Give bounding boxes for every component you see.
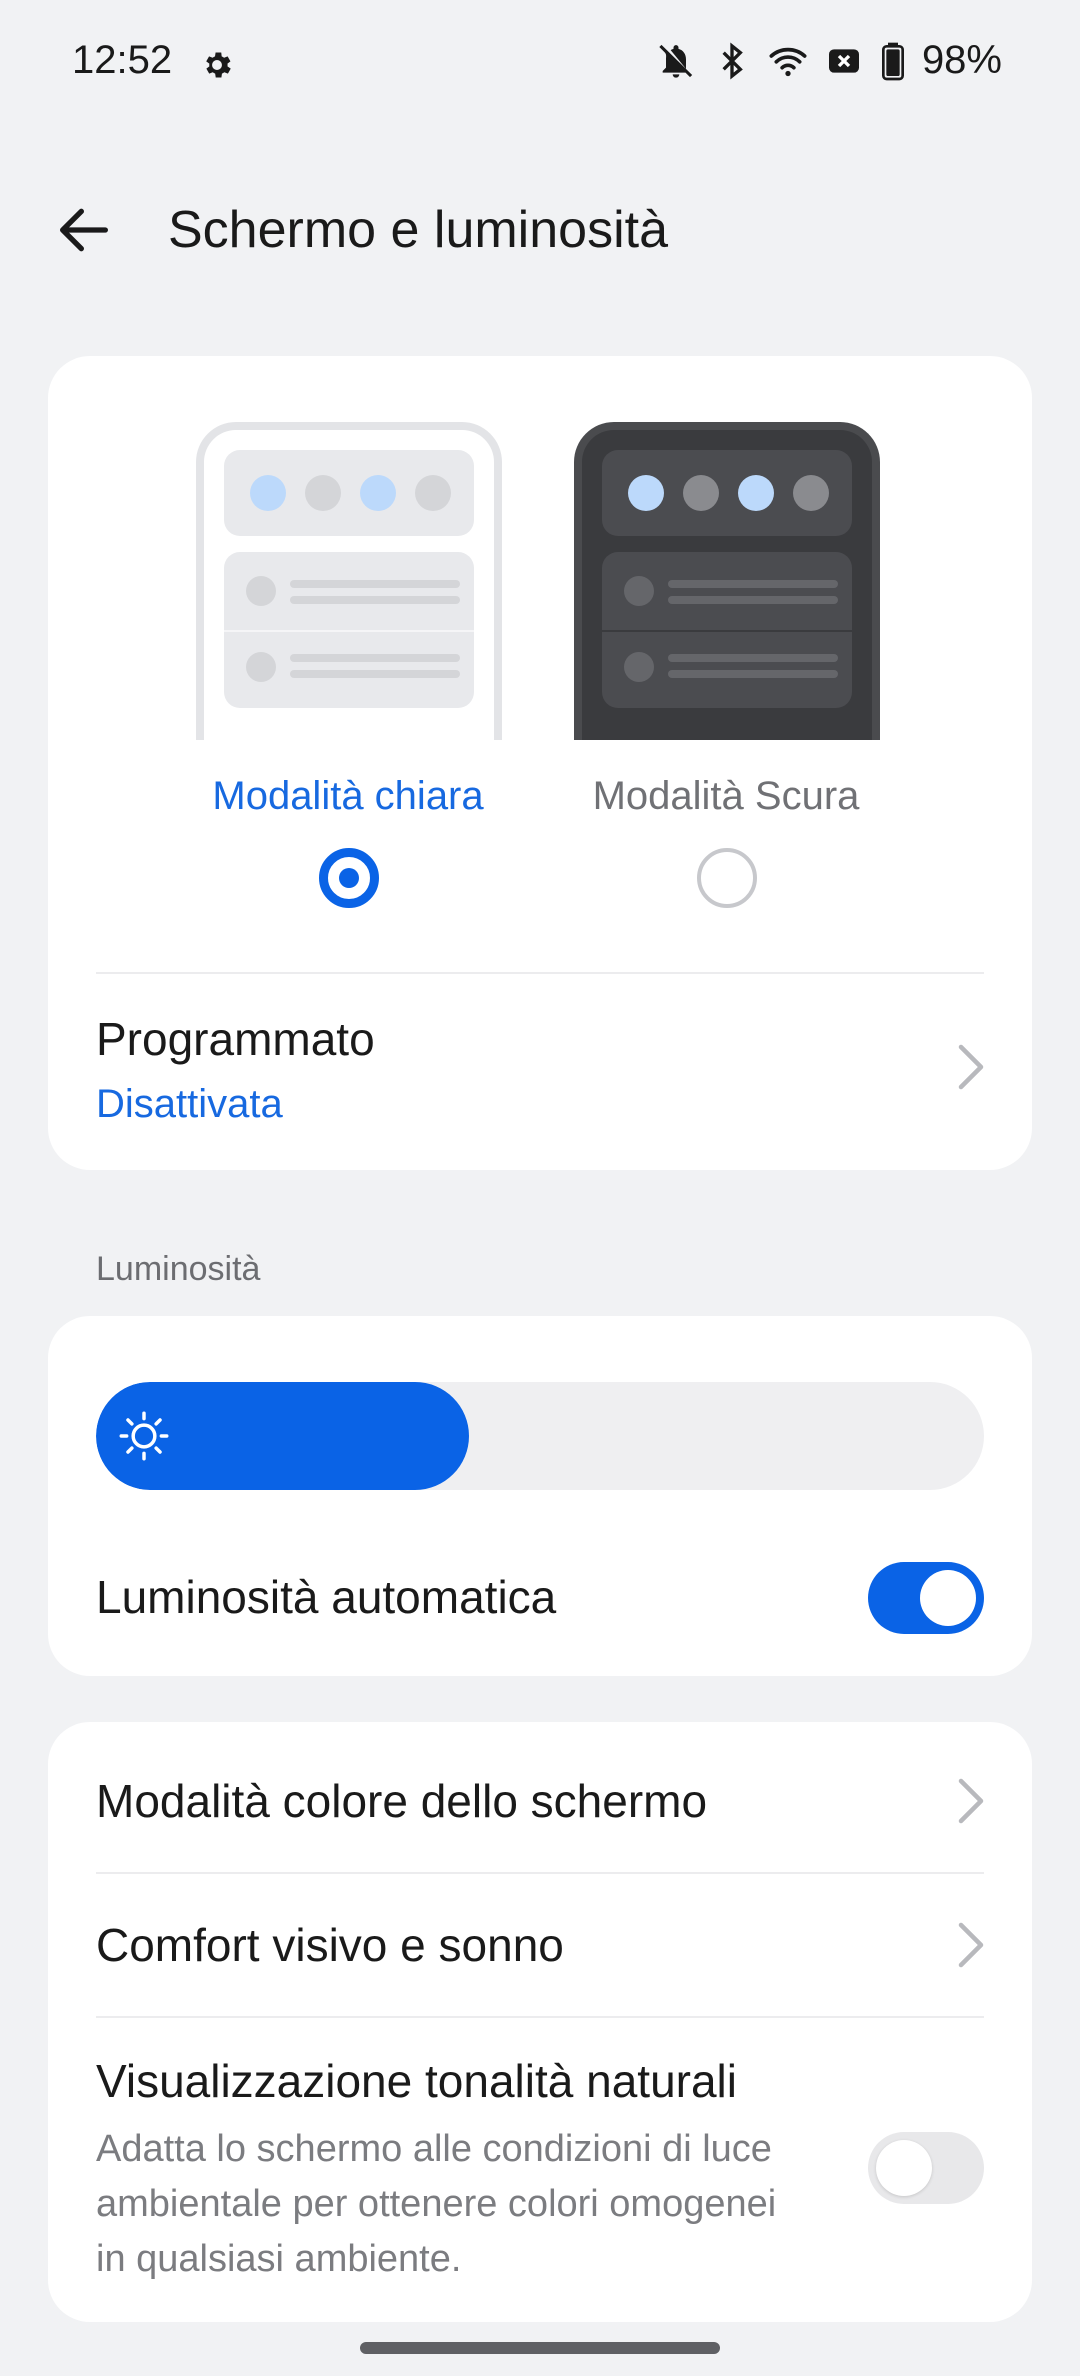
toggle-knob xyxy=(876,2140,932,2196)
brightness-card: Luminosità automatica xyxy=(48,1316,1032,1676)
dark-mode-label[interactable]: Modalità Scura xyxy=(546,774,906,819)
light-mode-label[interactable]: Modalità chiara xyxy=(168,774,528,819)
home-indicator[interactable] xyxy=(360,2342,720,2354)
preview-header xyxy=(224,450,474,536)
brightness-slider[interactable] xyxy=(96,1382,984,1490)
natural-tone-description: Adatta lo schermo alle condizioni di luc… xyxy=(96,2128,777,2280)
color-mode-title: Modalità colore dello schermo xyxy=(96,1775,708,1827)
natural-tone-toggle[interactable] xyxy=(868,2132,984,2204)
chevron-right-icon xyxy=(958,1044,984,1090)
battery-icon xyxy=(881,42,904,80)
eye-comfort-title: Comfort visivo e sonno xyxy=(96,1919,564,1971)
bell-muted-icon xyxy=(659,44,693,78)
battery-percent: 98% xyxy=(921,38,1002,82)
dark-mode-preview[interactable] xyxy=(574,422,880,740)
schedule-title: Programmato xyxy=(96,1013,375,1065)
chevron-right-icon xyxy=(958,1778,984,1824)
schedule-value: Disattivata xyxy=(96,1082,283,1126)
natural-tone-title: Visualizzazione tonalità naturali xyxy=(96,2055,737,2107)
divider xyxy=(96,972,984,974)
chevron-right-icon xyxy=(958,1922,984,1968)
divider xyxy=(96,2016,984,2018)
sun-icon xyxy=(119,1411,169,1461)
page-title: Schermo e luminosità xyxy=(168,201,668,259)
dark-mode-radio[interactable] xyxy=(697,848,757,908)
preview-list xyxy=(602,552,852,708)
bluetooth-icon xyxy=(722,42,743,79)
status-bar: 12:52 98% xyxy=(0,0,1080,130)
toggle-knob xyxy=(920,1570,976,1626)
display-settings-card: Modalità colore dello schermo Comfort vi… xyxy=(48,1722,1032,2322)
divider xyxy=(96,1872,984,1874)
auto-brightness-toggle[interactable] xyxy=(868,1562,984,1634)
display-mode-card: Modalità chiara Modalità Scura Programma… xyxy=(48,356,1032,1170)
light-mode-preview[interactable] xyxy=(196,422,502,740)
status-time: 12:52 xyxy=(72,38,173,82)
back-arrow-icon[interactable] xyxy=(52,198,116,262)
auto-brightness-label: Luminosità automatica xyxy=(96,1571,557,1623)
sim-off-icon xyxy=(828,48,859,73)
wifi-icon xyxy=(769,47,807,76)
preview-list xyxy=(224,552,474,708)
light-mode-radio[interactable] xyxy=(319,848,379,908)
preview-header xyxy=(602,450,852,536)
settings-gear-icon xyxy=(206,52,231,78)
brightness-section-label: Luminosità xyxy=(96,1250,261,1288)
